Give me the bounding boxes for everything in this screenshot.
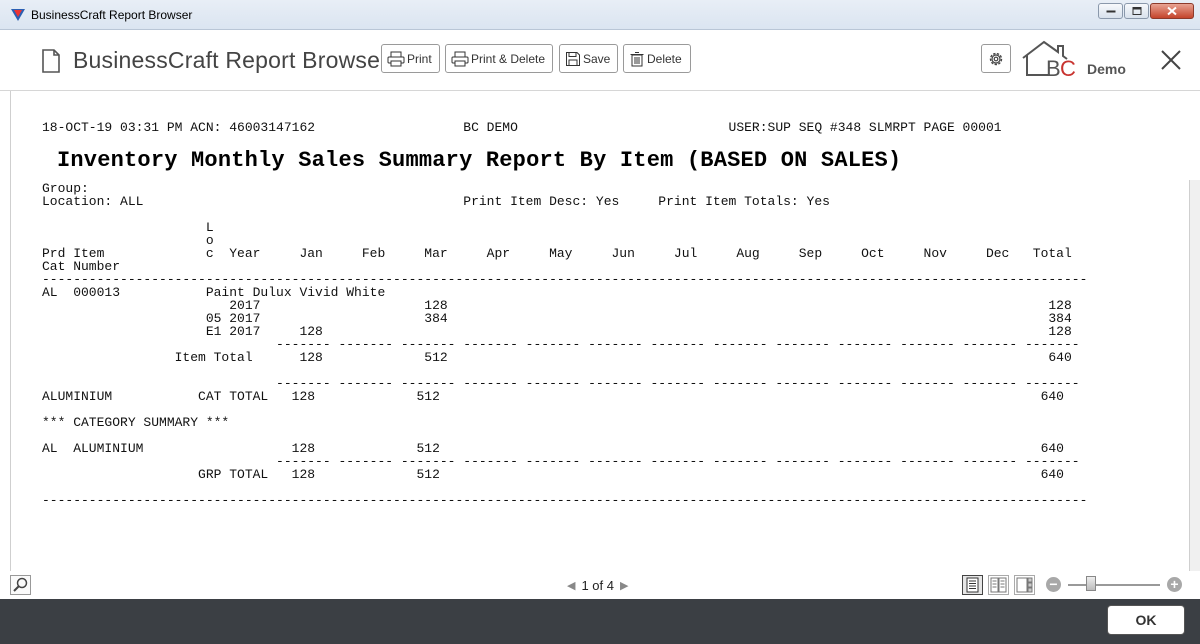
bc-logo-b: B <box>1046 56 1061 80</box>
report-line: Item Total 128 512 640 <box>42 350 1072 365</box>
report-line: GRP TOTAL 128 512 640 <box>42 467 1064 482</box>
dialog-footer: OK <box>0 599 1200 644</box>
page-indicator: 1 of 4 <box>581 578 614 593</box>
single-page-view-button[interactable] <box>962 575 983 595</box>
app-header: BusinessCraft Report Browser Print Print… <box>0 30 1200 91</box>
report-header-line: 18-OCT-19 03:31 PM ACN: 46003147162 BC D… <box>42 120 1002 135</box>
vertical-scrollbar[interactable] <box>1189 180 1200 575</box>
pager: ◀ 1 of 4 ▶ <box>567 578 628 593</box>
print-button[interactable]: Print <box>381 44 440 73</box>
save-icon <box>566 51 580 66</box>
bc-house-logo: B C <box>1022 40 1076 80</box>
printer-icon <box>451 51 469 66</box>
print-delete-label: Print & Delete <box>471 51 546 66</box>
close-icon <box>1167 6 1177 16</box>
prev-page-icon[interactable]: ◀ <box>567 579 575 592</box>
report-line: ----------------------------------------… <box>42 493 1088 508</box>
minimize-button[interactable] <box>1098 3 1123 19</box>
find-button[interactable] <box>10 575 31 595</box>
window-title: BusinessCraft Report Browser <box>31 8 193 22</box>
zoom-in-icon[interactable]: + <box>1167 577 1182 592</box>
app-title: BusinessCraft Report Browser <box>73 47 388 73</box>
thumbnails-icon <box>1016 577 1033 593</box>
settings-button[interactable] <box>981 44 1011 73</box>
save-button[interactable]: Save <box>559 44 618 73</box>
window-controls <box>1098 3 1194 19</box>
single-page-icon <box>966 577 979 593</box>
report-viewer: 18-OCT-19 03:31 PM ACN: 46003147162 BC D… <box>10 91 1191 571</box>
close-report-icon[interactable] <box>1159 48 1183 72</box>
report-line: Location: ALL Print Item Desc: Yes Print… <box>42 194 830 209</box>
status-bar: ◀ 1 of 4 ▶ − + <box>0 571 1200 599</box>
zoom-slider-thumb[interactable] <box>1086 576 1096 591</box>
delete-label: Delete <box>647 51 682 66</box>
demo-label: Demo <box>1087 61 1126 77</box>
zoom-slider-track[interactable] <box>1068 584 1160 586</box>
two-page-view-button[interactable] <box>988 575 1009 595</box>
window-close-button[interactable] <box>1150 3 1194 19</box>
delete-button[interactable]: Delete <box>623 44 691 73</box>
window-titlebar: BusinessCraft Report Browser <box>0 0 1200 30</box>
magnifier-icon <box>13 577 28 592</box>
maximize-icon <box>1132 7 1141 15</box>
ok-button[interactable]: OK <box>1107 605 1185 635</box>
print-delete-button[interactable]: Print & Delete <box>445 44 553 73</box>
printer-icon <box>387 51 405 66</box>
bc-logo-c: C <box>1060 56 1076 80</box>
minimize-icon <box>1106 10 1115 13</box>
document-icon <box>42 49 60 73</box>
maximize-button[interactable] <box>1124 3 1149 19</box>
save-label: Save <box>583 51 611 66</box>
report-line: ALUMINIUM CAT TOTAL 128 512 640 <box>42 389 1064 404</box>
thumbnail-view-button[interactable] <box>1014 575 1035 595</box>
gear-icon <box>989 52 1003 65</box>
report-title: Inventory Monthly Sales Summary Report B… <box>57 148 902 173</box>
app-logo-icon <box>11 9 25 21</box>
next-page-icon[interactable]: ▶ <box>620 579 628 592</box>
report-line: *** CATEGORY SUMMARY *** <box>42 415 230 430</box>
report-line: Prd Item c Year Jan Feb Mar Apr May Jun … <box>42 246 1072 261</box>
zoom-out-icon[interactable]: − <box>1046 577 1061 592</box>
print-label: Print <box>407 51 432 66</box>
two-page-icon <box>990 577 1007 593</box>
trash-icon <box>630 51 644 66</box>
